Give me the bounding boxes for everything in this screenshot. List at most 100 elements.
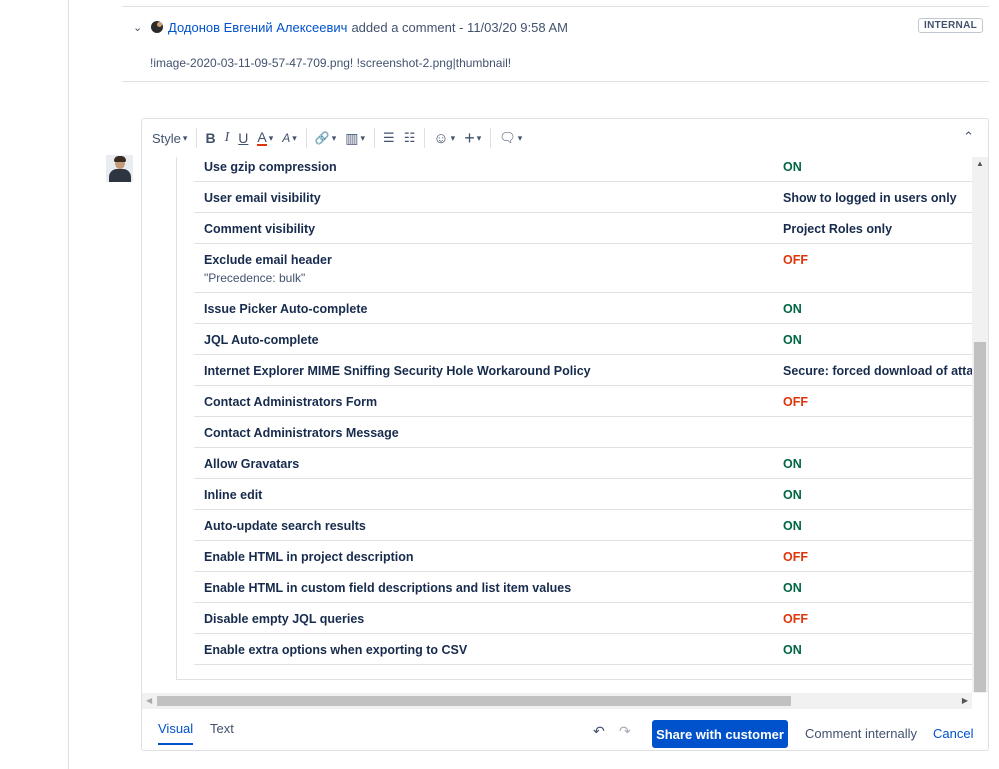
underline-button[interactable]: U xyxy=(238,126,248,150)
italic-button[interactable]: I xyxy=(225,126,230,150)
setting-name: Contact Administrators Form xyxy=(204,395,378,409)
scroll-right-icon[interactable]: ▶ xyxy=(962,696,968,705)
more-formatting-icon: A xyxy=(282,131,291,145)
setting-value: Secure: forced download of attac xyxy=(783,364,981,378)
setting-name: Auto-update search results xyxy=(204,519,366,533)
comment-internally-button[interactable]: Comment internally xyxy=(797,720,925,748)
setting-value: ON xyxy=(783,519,802,533)
share-with-customer-button[interactable]: Share with customer xyxy=(652,720,788,748)
feedback-icon: 🗨 xyxy=(499,130,516,145)
setting-value: OFF xyxy=(783,612,808,626)
editor-footer: Visual Text ↶ ↷ Share with customer Comm… xyxy=(142,709,988,751)
emoji-button[interactable]: ☺ ▾ xyxy=(433,126,455,150)
bullet-list-icon: ☰ xyxy=(383,130,395,145)
attachment-icon: ▥ xyxy=(345,129,359,146)
comment-meta: added a comment - 11/03/20 9:58 AM xyxy=(351,19,569,35)
setting-value: ON xyxy=(783,581,802,595)
italic-icon: I xyxy=(224,130,230,145)
chevron-down-icon[interactable]: ⌄ xyxy=(133,21,145,34)
numbered-list-icon: ☷ xyxy=(403,130,416,145)
internal-badge: INTERNAL xyxy=(918,18,983,33)
setting-name: Enable HTML in project description xyxy=(204,550,414,564)
setting-note: "Precedence: bulk" xyxy=(204,271,306,285)
table-row: Contact Administrators Message xyxy=(194,417,972,448)
comment-header: ⌄ Додонов Евгений Алексеевич added a com… xyxy=(133,17,983,37)
setting-name: Inline edit xyxy=(204,488,263,502)
toolbar-separator xyxy=(374,128,376,148)
setting-name: Disable empty JQL queries xyxy=(204,612,365,626)
text-color-icon: A xyxy=(257,129,267,146)
redo-icon[interactable]: ↷ xyxy=(619,723,631,740)
setting-value: ON xyxy=(783,643,802,657)
table-row: Disable empty JQL queries OFF xyxy=(194,603,972,634)
vertical-scrollbar[interactable]: ▲ xyxy=(972,157,988,693)
setting-value: Project Roles only xyxy=(783,222,893,236)
toolbar-separator xyxy=(424,128,426,148)
table-row: User email visibility Show to logged in u… xyxy=(194,182,972,213)
setting-name: Issue Picker Auto-complete xyxy=(204,302,368,316)
setting-name: Comment visibility xyxy=(204,222,316,236)
content-border xyxy=(176,157,177,679)
comment-body: !image-2020-03-11-09-57-47-709.png! !scr… xyxy=(150,56,512,70)
setting-name: User email visibility xyxy=(204,191,321,205)
text-color-button[interactable]: A ▾ xyxy=(257,126,273,150)
editor-content[interactable]: Use gzip compression ON User email visibil… xyxy=(142,157,988,693)
collapse-toolbar-icon[interactable]: ⌃ xyxy=(963,129,974,145)
table-row: Enable HTML in custom field descriptions… xyxy=(194,572,972,603)
table-row: JQL Auto-complete ON xyxy=(194,324,972,355)
chevron-down-icon: ▾ xyxy=(450,132,456,143)
style-label: Style xyxy=(152,130,181,146)
scrollbar-thumb[interactable] xyxy=(157,696,791,706)
insert-more-button[interactable]: + ▾ xyxy=(464,126,481,150)
table-row: Comment visibility Project Roles only xyxy=(194,213,972,244)
setting-name: Enable HTML in custom field descriptions… xyxy=(204,581,572,595)
setting-value: ON xyxy=(783,488,802,502)
toolbar-separator xyxy=(196,128,198,148)
left-divider xyxy=(68,0,69,769)
bold-icon: B xyxy=(205,130,216,146)
current-user-avatar xyxy=(106,155,133,182)
table-row: Enable HTML in project description OFF xyxy=(194,541,972,572)
undo-icon[interactable]: ↶ xyxy=(593,723,605,740)
bold-button[interactable]: B xyxy=(205,126,215,150)
scroll-left-icon[interactable]: ◀ xyxy=(146,696,152,705)
setting-value: Show to logged in users only xyxy=(783,191,957,205)
setting-name: Contact Administrators Message xyxy=(204,426,399,440)
comment-author-link[interactable]: Додонов Евгений Алексеевич xyxy=(168,20,347,35)
table-row: Inline edit ON xyxy=(194,479,972,510)
chevron-down-icon: ▾ xyxy=(476,132,482,143)
emoji-icon: ☺ xyxy=(433,129,449,147)
table-row: Auto-update search results ON xyxy=(194,510,972,541)
toolbar-separator xyxy=(305,128,307,148)
table-row: Internet Explorer MIME Sniffing Security… xyxy=(194,355,980,386)
setting-value: OFF xyxy=(783,253,808,267)
style-dropdown[interactable]: Style ▾ xyxy=(152,126,187,150)
more-formatting-button[interactable]: A ▾ xyxy=(282,126,297,150)
setting-name: Internet Explorer MIME Sniffing Security… xyxy=(204,364,591,378)
comment-editor: Style ▾ B I U A ▾ A ▾ 🔗 ▾ ▥ ▾ ☰ ☷ ☺ ▾ + … xyxy=(141,118,989,751)
underline-icon: U xyxy=(238,130,249,146)
horizontal-scrollbar[interactable]: ◀ ▶ xyxy=(142,693,972,709)
attachment-button[interactable]: ▥ ▾ xyxy=(345,126,365,150)
feedback-button[interactable]: 🗨 ▾ xyxy=(499,126,522,150)
author-avatar xyxy=(151,21,163,33)
tab-visual[interactable]: Visual xyxy=(158,721,194,745)
tab-text[interactable]: Text xyxy=(210,721,234,736)
table-row: Exclude email header "Precedence: bulk" OF… xyxy=(194,244,972,293)
setting-value: OFF xyxy=(783,395,808,409)
cancel-button[interactable]: Cancel xyxy=(925,720,981,748)
content-border xyxy=(176,679,972,680)
setting-name: Use gzip compression xyxy=(204,160,337,174)
table-row: Enable extra options when exporting to C… xyxy=(194,634,972,665)
setting-name: Exclude email header xyxy=(204,253,332,267)
scroll-up-icon[interactable]: ▲ xyxy=(976,159,984,168)
bullet-list-button[interactable]: ☰ xyxy=(383,126,395,150)
editor-toolbar: Style ▾ B I U A ▾ A ▾ 🔗 ▾ ▥ ▾ ☰ ☷ ☺ ▾ + … xyxy=(142,119,988,157)
scrollbar-thumb[interactable] xyxy=(974,342,986,692)
plus-icon: + xyxy=(464,128,475,148)
setting-value: ON xyxy=(783,457,802,471)
numbered-list-button[interactable]: ☷ xyxy=(404,126,416,150)
comment-divider xyxy=(122,81,989,82)
chevron-down-icon: ▾ xyxy=(360,132,366,143)
link-button[interactable]: 🔗 ▾ xyxy=(315,126,336,150)
